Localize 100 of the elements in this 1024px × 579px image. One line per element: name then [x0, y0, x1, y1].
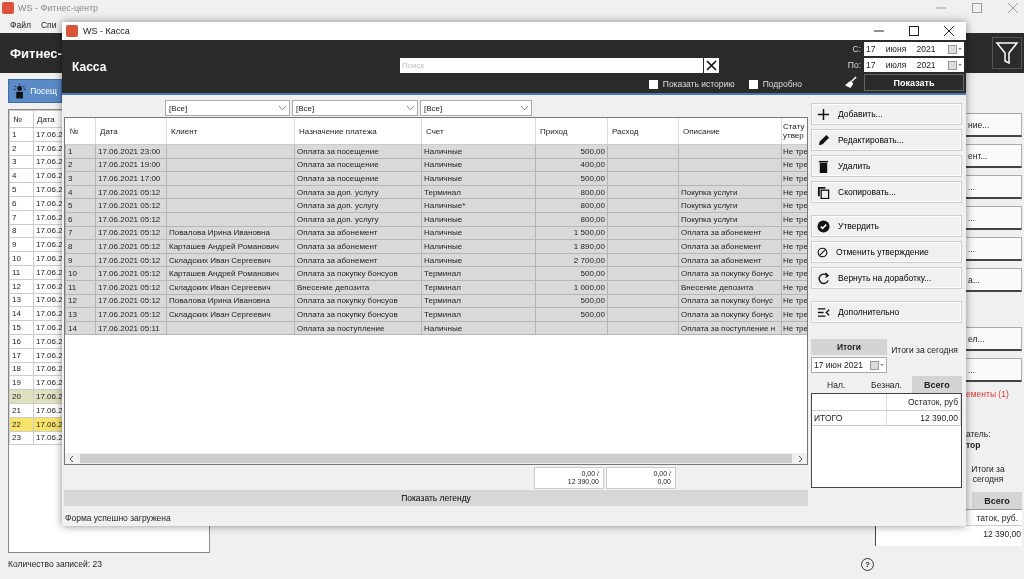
summary-tab[interactable]: Всего: [972, 492, 1022, 509]
broom-icon[interactable]: [844, 76, 857, 89]
calendar-icon[interactable]: [948, 60, 962, 70]
action-button[interactable]: Вернуть на доработку...: [811, 267, 962, 289]
calendar-icon[interactable]: [948, 44, 962, 54]
user-name: тор: [966, 440, 982, 450]
checkbox[interactable]: [648, 79, 658, 89]
table-cell: 17.06.2021 05:12: [98, 296, 161, 306]
table-cell: Не тре: [783, 241, 807, 251]
table-cell: 17.06.2021 05:12: [98, 228, 161, 238]
column-header[interactable]: Дата: [95, 118, 167, 145]
column-header[interactable]: Назначение платежа: [294, 118, 422, 145]
column-header[interactable]: Расход: [607, 118, 679, 145]
table-cell: 6: [68, 214, 73, 224]
table-cell: 400,00: [580, 160, 605, 170]
clear-icon[interactable]: [704, 58, 719, 73]
date-field[interactable]: 17 июня 2021: [864, 42, 964, 56]
action-button[interactable]: Дополнительно: [811, 301, 962, 323]
table-cell: Наличные: [424, 214, 463, 224]
column-header[interactable]: №: [65, 118, 96, 145]
table-cell: Наличные: [424, 228, 463, 238]
maximize-icon[interactable]: [909, 26, 919, 36]
table-cell: 5: [68, 201, 73, 211]
panel-button[interactable]: ...: [966, 206, 1022, 230]
legend-button[interactable]: Показать легенду: [64, 490, 808, 506]
table-cell: 17.06.2021 05:12: [98, 214, 161, 224]
table-cell: Не тре: [783, 228, 807, 238]
table-cell: 800,00: [580, 187, 605, 197]
table-cell: 800,00: [580, 214, 605, 224]
table-cell: Оплата за абонемент: [681, 241, 762, 251]
column-header[interactable]: Стату утвер: [781, 118, 807, 145]
table-cell: 1: [68, 146, 73, 156]
scroll-right-icon[interactable]: [796, 454, 804, 463]
date-label: С:: [852, 44, 861, 54]
date-field[interactable]: 17 июн 2021: [811, 357, 887, 373]
table-cell: 17.06.2021 05:12: [98, 269, 161, 279]
filter-icon[interactable]: [992, 37, 1022, 69]
date-field[interactable]: 17 июля 2021: [864, 58, 964, 72]
menu-item[interactable]: Спи: [40, 19, 57, 30]
filter-dropdown[interactable]: [Все]: [420, 100, 532, 116]
date-label: По:: [847, 60, 861, 70]
column-header[interactable]: Клиент: [166, 118, 295, 145]
table-cell: Оплата за покупку бонус: [681, 309, 773, 319]
table-cell: Оплата за посещение: [297, 174, 379, 183]
warning-text: ементы (1): [966, 389, 1010, 399]
column-header: №: [9, 110, 34, 128]
table-cell: Терминал: [424, 187, 461, 197]
action-button[interactable]: Удалить: [811, 155, 962, 177]
table-cell: 17.06.2021 05:12: [98, 201, 161, 211]
table-cell: Покупка услуги: [681, 201, 738, 211]
action-button[interactable]: Утвердить: [811, 215, 962, 237]
search-field[interactable]: Поиск: [400, 58, 703, 73]
filter-dropdown[interactable]: [Все]: [165, 100, 290, 116]
calendar-icon[interactable]: [870, 360, 884, 370]
show-button[interactable]: Показать: [864, 74, 964, 91]
summary-tab[interactable]: Итоги за сегодня: [887, 339, 962, 373]
checkbox[interactable]: [748, 79, 758, 89]
action-button[interactable]: Отменить утверждение: [811, 241, 962, 263]
app-heading: Фитнес-: [10, 45, 62, 61]
panel-button[interactable]: ние...: [966, 113, 1022, 137]
panel-button[interactable]: ...: [966, 358, 1022, 382]
summary-tab[interactable]: Безнал.: [861, 376, 912, 393]
table-cell: Складских Иван Сергеевич: [169, 282, 271, 292]
table-cell: Оплата за доп. услугу: [297, 201, 379, 211]
close-icon[interactable]: [944, 26, 954, 36]
table-cell: Повалова Ирина Ивановна: [169, 228, 270, 238]
menu-item[interactable]: Файл: [10, 19, 31, 30]
column-header[interactable]: Описание: [678, 118, 782, 145]
table-cell: 7: [68, 228, 73, 238]
table-cell: Оплата за доп. услугу: [297, 214, 379, 224]
check-circle-icon: [817, 219, 830, 233]
table-cell: Не тре: [783, 269, 807, 279]
table-cell: Наличные: [424, 146, 463, 156]
summary-tab[interactable]: Итоги: [811, 339, 887, 355]
app-logo-icon: [2, 2, 14, 14]
horizontal-scrollbar[interactable]: [65, 453, 807, 464]
summary-caption: Итоги за сегодня: [970, 464, 1006, 484]
column-header[interactable]: Счет: [421, 118, 536, 145]
table-cell: 8: [68, 241, 73, 251]
table-cell: Складских Иван Сергеевич: [169, 255, 271, 265]
table-cell: 17.06.2021 05:12: [98, 309, 161, 319]
scroll-left-icon[interactable]: [68, 454, 76, 463]
filter-dropdown[interactable]: [Все]: [292, 100, 418, 116]
action-button[interactable]: Добавить...: [811, 103, 962, 125]
table-cell: Складских Иван Сергеевич: [169, 309, 271, 319]
panel-button[interactable]: ел...: [966, 327, 1022, 351]
panel-button[interactable]: ент...: [966, 144, 1022, 168]
summary-tab[interactable]: Всего: [911, 376, 962, 393]
action-button[interactable]: Скопировать...: [811, 181, 962, 203]
window-title: WS - Касса: [83, 26, 130, 36]
panel-button[interactable]: ...: [966, 175, 1022, 199]
panel-button[interactable]: ...: [966, 237, 1022, 261]
table-cell: 17.06.2021 19:00: [98, 160, 161, 170]
visits-button[interactable]: Посещ: [8, 79, 62, 103]
table-cell: 14: [68, 323, 77, 333]
summary-tab[interactable]: Нал.: [811, 376, 862, 393]
action-button[interactable]: Редактировать...: [811, 129, 962, 151]
table-cell: 800,00: [580, 201, 605, 211]
panel-button[interactable]: а...: [966, 268, 1022, 292]
column-header[interactable]: Приход: [535, 118, 608, 145]
